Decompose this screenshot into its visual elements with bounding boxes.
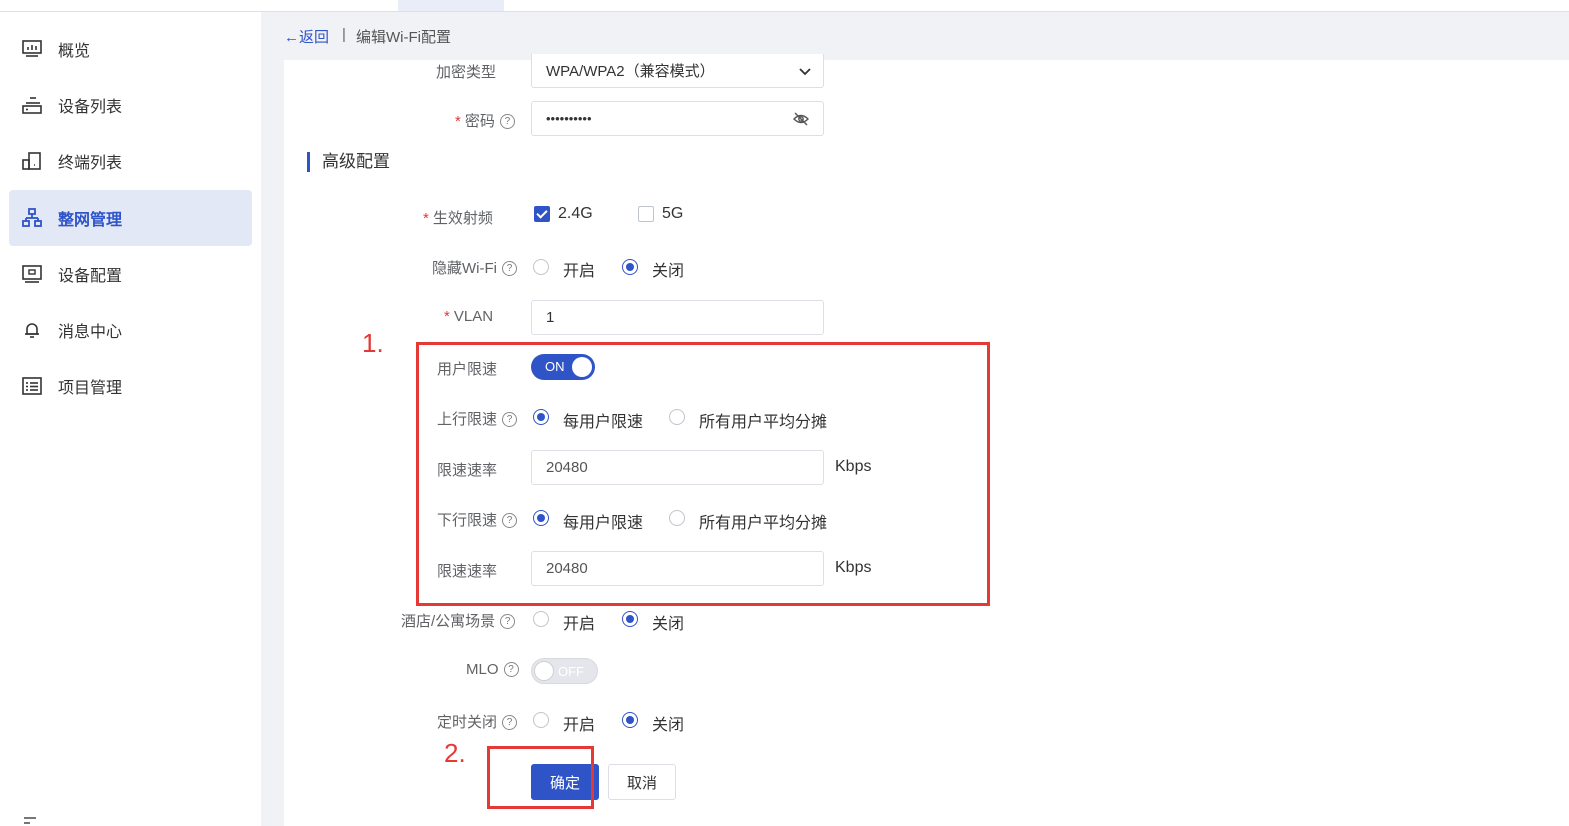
sidebar-item-network-management[interactable]: 整网管理 xyxy=(9,190,252,246)
password-value: •••••••••• xyxy=(546,111,592,126)
terminal-device-icon xyxy=(21,150,43,172)
hide-wifi-label: 隐藏Wi-Fi? xyxy=(432,257,517,278)
hide-wifi-on-radio[interactable] xyxy=(533,259,549,275)
sidebar-item-label: 整网管理 xyxy=(58,212,123,229)
advanced-config-title: 高级配置 xyxy=(307,152,390,172)
encryption-label: 加密类型 xyxy=(436,64,497,81)
cancel-button[interactable]: 取消 xyxy=(608,764,676,800)
sidebar: 概览 设备列表 终端列表 整网管理 设备配置 消息中心 项目管理 xyxy=(0,12,261,826)
help-icon[interactable]: ? xyxy=(500,613,516,629)
vlan-label: * VLAN xyxy=(444,308,494,325)
hotel-on-radio[interactable] xyxy=(533,611,549,627)
hide-wifi-off-label: 关闭 xyxy=(652,263,685,280)
sidebar-item-device-config[interactable]: 设备配置 xyxy=(9,246,252,302)
mlo-switch[interactable]: OFF xyxy=(531,658,598,684)
back-link[interactable]: ←返回 xyxy=(284,26,329,47)
collapse-menu-icon[interactable] xyxy=(22,814,42,826)
hotel-off-label: 关闭 xyxy=(652,616,685,633)
sidebar-item-label: 消息中心 xyxy=(58,324,123,341)
vlan-input[interactable]: 1 xyxy=(531,300,824,335)
encryption-select[interactable]: WPA/WPA2（兼容模式） xyxy=(531,54,824,88)
encryption-value: WPA/WPA2（兼容模式） xyxy=(546,63,715,80)
hotel-on-label: 开启 xyxy=(563,616,596,633)
hide-wifi-on-label: 开启 xyxy=(563,263,596,280)
band-5g-checkbox[interactable] xyxy=(638,206,654,222)
timer-off-label: 定时关闭? xyxy=(437,711,518,732)
sidebar-item-label: 项目管理 xyxy=(58,380,123,397)
top-bar xyxy=(0,0,1569,12)
timer-off-radio[interactable] xyxy=(622,712,638,728)
mlo-label: MLO? xyxy=(466,661,519,678)
help-icon[interactable]: ? xyxy=(503,661,519,677)
password-label: * 密码? xyxy=(455,110,515,131)
timer-on-label: 开启 xyxy=(563,717,596,734)
annotation-number-1: 1. xyxy=(362,328,384,358)
device-config-icon xyxy=(21,263,43,285)
chevron-down-icon xyxy=(799,63,811,80)
sidebar-item-device-list[interactable]: 设备列表 xyxy=(9,77,252,133)
hide-wifi-off-radio[interactable] xyxy=(622,259,638,275)
help-icon[interactable]: ? xyxy=(501,260,517,276)
sidebar-item-label: 终端列表 xyxy=(58,155,123,172)
switch-knob xyxy=(534,661,554,681)
vlan-value: 1 xyxy=(546,309,555,326)
timer-off-label-option: 关闭 xyxy=(652,717,685,734)
mlo-switch-text: OFF xyxy=(558,664,584,679)
sidebar-item-label: 设备配置 xyxy=(58,268,123,285)
sidebar-item-label: 设备列表 xyxy=(58,99,123,116)
sidebar-item-terminal-list[interactable]: 终端列表 xyxy=(9,133,252,189)
monitor-chart-icon xyxy=(21,38,43,60)
bell-icon xyxy=(21,319,43,341)
top-tab-highlight[interactable] xyxy=(398,0,504,11)
band-label: * 生效射频 xyxy=(423,210,493,227)
eye-off-icon[interactable] xyxy=(793,112,809,130)
help-icon[interactable]: ? xyxy=(502,714,518,730)
sidebar-item-overview[interactable]: 概览 xyxy=(9,21,252,77)
band-5g-label: 5G xyxy=(662,205,684,222)
sidebar-item-label: 概览 xyxy=(58,43,91,60)
annotation-number-2: 2. xyxy=(444,738,466,768)
sidebar-item-project-management[interactable]: 项目管理 xyxy=(9,358,252,414)
breadcrumb-separator: | xyxy=(342,26,346,43)
network-topology-icon xyxy=(21,207,43,229)
hotel-off-radio[interactable] xyxy=(622,611,638,627)
breadcrumb-current: 编辑Wi-Fi配置 xyxy=(356,29,451,46)
list-icon xyxy=(21,375,43,397)
help-icon[interactable]: ? xyxy=(499,113,515,129)
device-stack-icon xyxy=(21,94,43,116)
timer-on-radio[interactable] xyxy=(533,712,549,728)
annotation-box-2 xyxy=(487,746,594,809)
band-24g-checkbox[interactable] xyxy=(534,206,550,222)
password-field[interactable]: •••••••••• xyxy=(531,101,824,136)
hotel-scene-label: 酒店/公寓场景? xyxy=(401,610,516,631)
sidebar-item-message-center[interactable]: 消息中心 xyxy=(9,302,252,358)
band-24g-label: 2.4G xyxy=(558,205,593,222)
annotation-box-1 xyxy=(416,342,990,606)
